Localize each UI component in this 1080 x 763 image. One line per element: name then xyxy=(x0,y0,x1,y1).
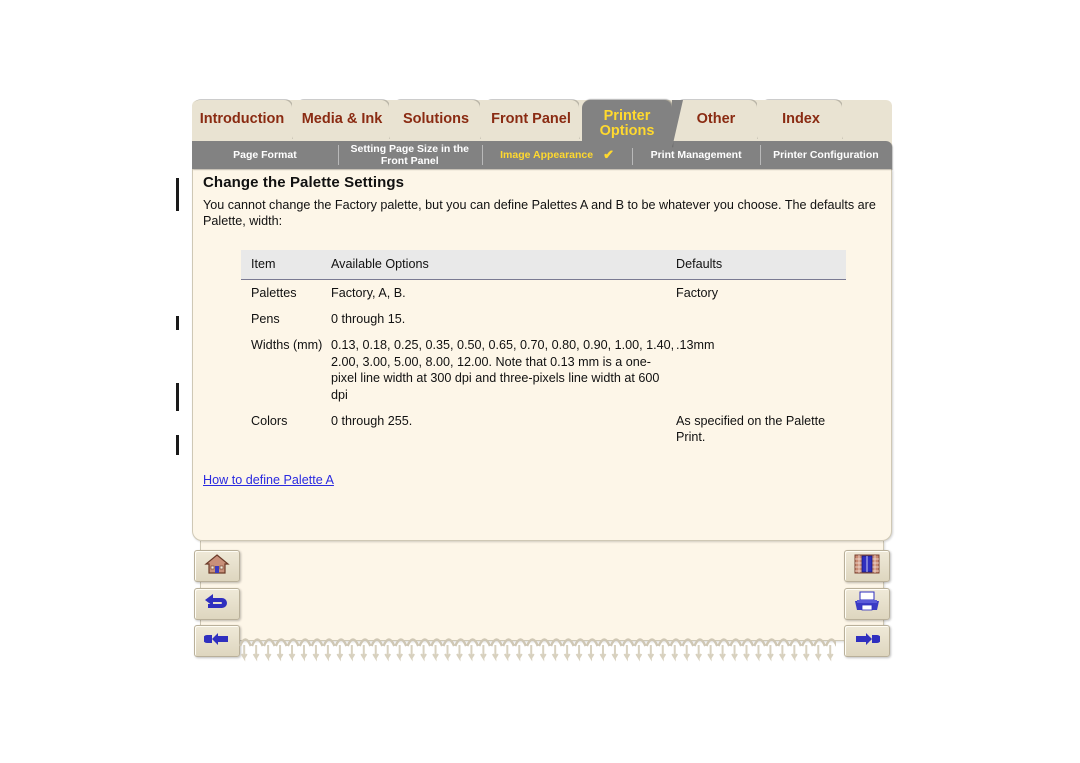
table-body: Palettes Factory, A, B. Factory Pens 0 throu… xyxy=(241,279,846,450)
cell-available-options: 0 through 255. xyxy=(331,413,413,428)
change-bar xyxy=(176,178,179,211)
main-tab-label: Front Panel xyxy=(491,111,571,128)
sub-tab-label: Page Format xyxy=(233,148,297,161)
page-sheet-back xyxy=(200,541,884,641)
spiral-binding-svg xyxy=(238,638,838,662)
column-header-item: Item xyxy=(241,249,331,280)
sub-tab-page-format[interactable]: Page Format xyxy=(192,141,338,169)
cell-defaults: As specified on the Palette Print. xyxy=(676,413,826,445)
page-content: Change the Palette Settings You cannot c… xyxy=(203,174,883,489)
main-tab-solutions[interactable]: Solutions xyxy=(392,100,491,140)
sub-tab-label: Setting Page Size in the Front Panel xyxy=(350,142,469,167)
main-tab-label: Index xyxy=(782,111,820,128)
nav-button-home[interactable] xyxy=(194,550,240,582)
main-tab-label: Printer Options xyxy=(599,107,655,139)
cell-defaults xyxy=(676,306,846,332)
main-tab-other[interactable]: Other xyxy=(675,100,768,140)
main-tab-index[interactable]: Index xyxy=(760,100,853,140)
spiral-coils xyxy=(238,638,838,662)
cell-item: Widths (mm) xyxy=(251,338,323,353)
change-bar xyxy=(176,383,179,411)
sub-tab-label: Print Management xyxy=(650,148,742,161)
hand-pointer-left-icon xyxy=(203,630,230,653)
link-container: How to define Palette A xyxy=(203,451,883,489)
nav-button-hand-pointer-right[interactable] xyxy=(844,625,890,657)
how-to-define-palette-a-link[interactable]: How to define Palette A xyxy=(203,473,334,487)
cell-item: Pens xyxy=(251,312,280,327)
sub-tab-bar: Page Format Setting Page Size in the Fron… xyxy=(192,141,892,169)
nav-button-bookshelf[interactable] xyxy=(844,550,890,582)
sub-tab-setting-page-size-in-the-front-panel[interactable]: Setting Page Size in the Front Panel xyxy=(337,141,482,169)
table-row: Colors 0 through 255. As specified on the … xyxy=(241,408,846,451)
main-tab-front-panel[interactable]: Front Panel xyxy=(483,100,590,140)
main-tab-printer-options[interactable]: Printer Options xyxy=(582,100,683,148)
cell-defaults: Factory xyxy=(676,285,718,300)
column-header-available-options: Available Options xyxy=(331,249,676,280)
palette-settings-table: Item Available Options Defaults Palettes… xyxy=(241,249,846,451)
nav-button-hand-pointer-left[interactable] xyxy=(194,625,240,657)
sub-tab-printer-configuration[interactable]: Printer Configuration xyxy=(759,141,892,169)
page-title: Change the Palette Settings xyxy=(203,174,405,191)
back-arrow-icon xyxy=(204,592,230,617)
sub-tab-label: Printer Configuration xyxy=(773,148,879,161)
change-bar xyxy=(176,316,179,330)
help-viewer-page: Introduction Media & Ink Solutions Front Pa… xyxy=(0,0,1080,763)
table-row: Palettes Factory, A, B. Factory xyxy=(241,279,846,306)
spiral-binding xyxy=(238,632,838,664)
main-tab-label: Media & Ink xyxy=(301,111,383,128)
table-row: Pens 0 through 15. xyxy=(241,306,846,332)
nav-button-printer[interactable] xyxy=(844,588,890,620)
checkmark-icon: ✔ xyxy=(603,146,614,162)
printer-icon xyxy=(853,591,881,618)
main-tab-label: Other xyxy=(696,111,736,128)
cell-item: Colors xyxy=(251,413,288,428)
cell-available-options: Factory, A, B. xyxy=(331,285,406,300)
hand-pointer-right-icon xyxy=(854,630,881,653)
sub-tab-label: Image Appearance xyxy=(500,148,594,161)
main-tab-label: Introduction xyxy=(199,111,285,128)
nav-button-back-arrow[interactable] xyxy=(194,588,240,620)
main-tab-introduction[interactable]: Introduction xyxy=(192,100,303,140)
cell-available-options: 0 through 15. xyxy=(331,312,406,327)
cell-item: Palettes xyxy=(251,285,297,300)
cell-defaults: .13mm xyxy=(676,338,715,353)
home-icon xyxy=(204,553,230,580)
table-row: Widths (mm) 0.13, 0.18, 0.25, 0.35, 0.50,… xyxy=(241,332,846,407)
change-bar xyxy=(176,435,179,455)
main-tab-label: Solutions xyxy=(402,111,470,128)
bookshelf-icon xyxy=(854,554,880,579)
main-tab-media-ink[interactable]: Media & Ink xyxy=(295,100,400,140)
column-header-defaults: Defaults xyxy=(676,249,846,280)
page-intro-text: You cannot change the Factory palette, b… xyxy=(203,198,876,229)
cell-available-options: 0.13, 0.18, 0.25, 0.35, 0.50, 0.65, 0.70… xyxy=(331,338,675,402)
table-header-row: Item Available Options Defaults xyxy=(241,249,846,280)
